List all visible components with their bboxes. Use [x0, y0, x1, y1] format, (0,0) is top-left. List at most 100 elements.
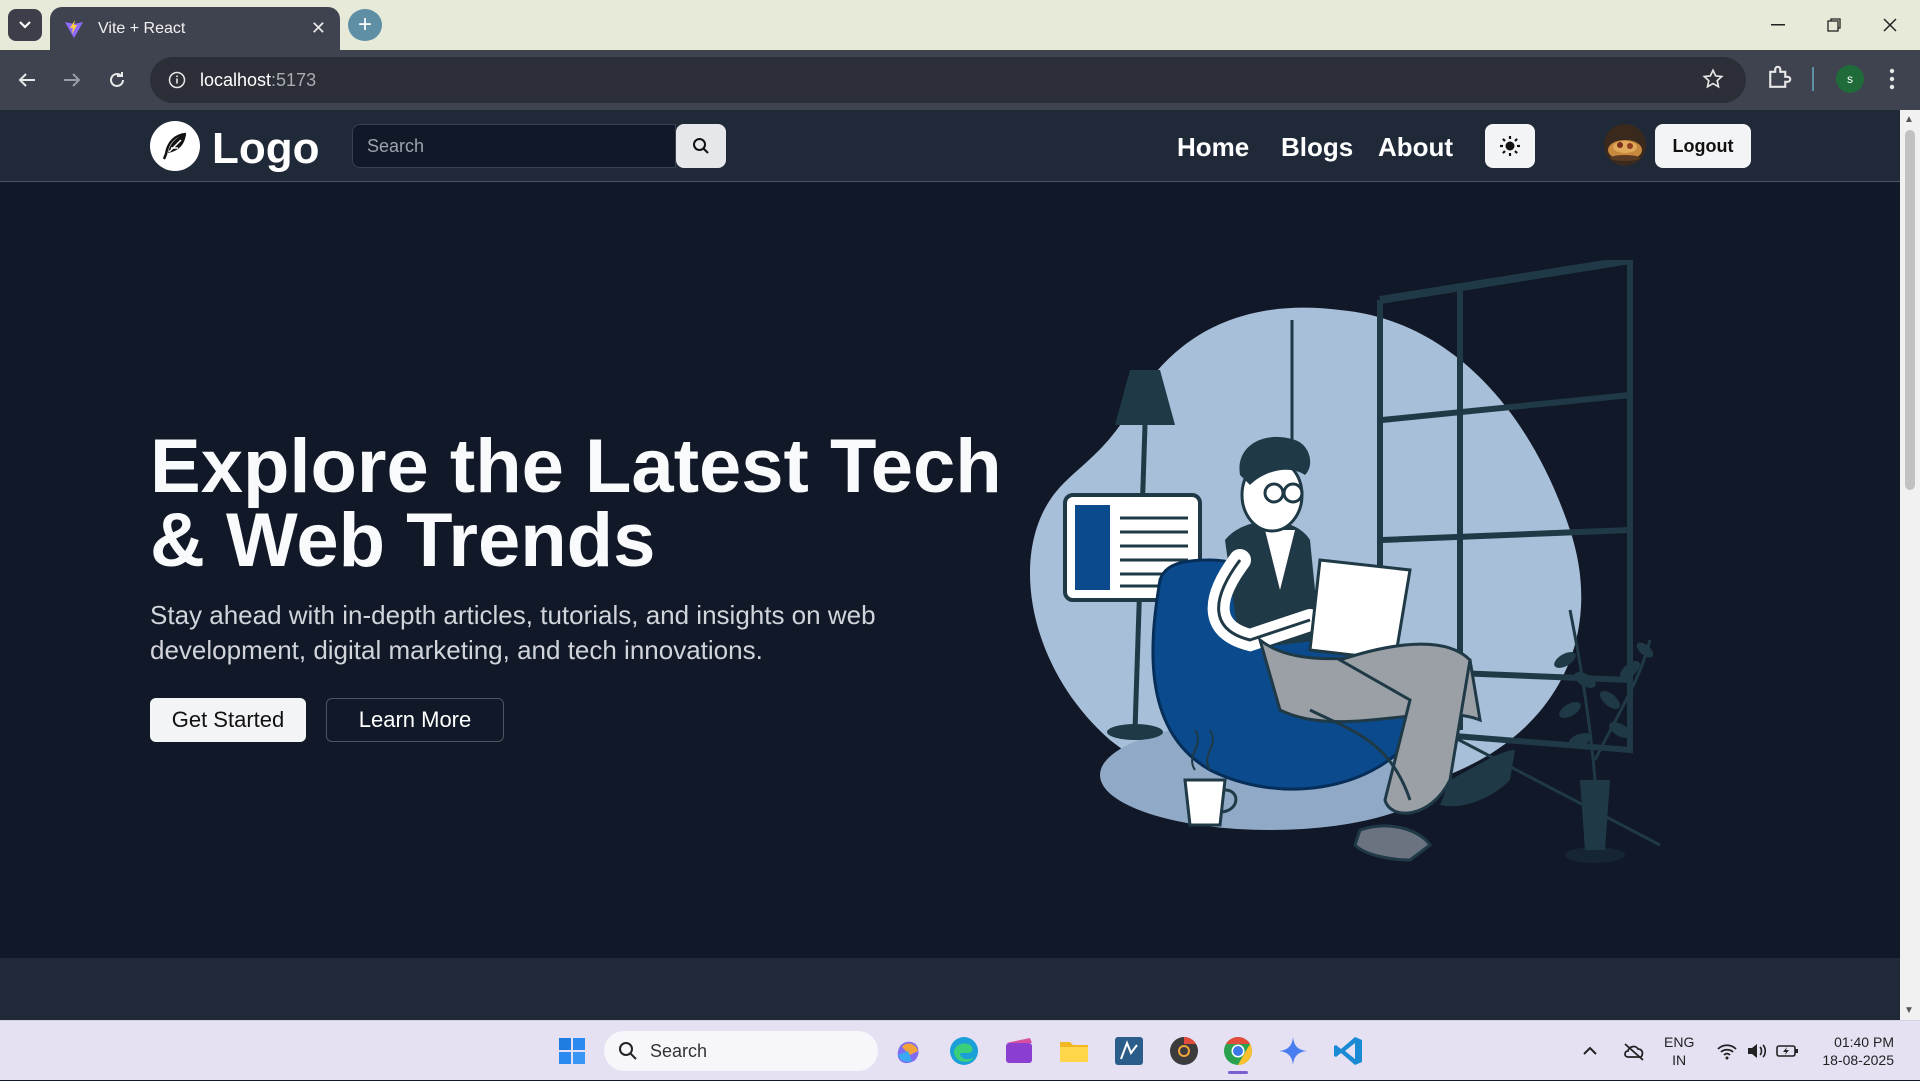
reload-button[interactable] [100, 63, 134, 97]
folder-icon [1060, 1042, 1088, 1062]
browser-tab[interactable]: Vite + React ✕ [50, 7, 340, 50]
speaker-icon [1748, 1044, 1767, 1058]
hero-illustration [1030, 260, 1661, 863]
input-language[interactable]: ENG IN [1664, 1033, 1694, 1069]
learn-more-button[interactable]: Learn More [326, 698, 504, 742]
sparkle-icon [1279, 1037, 1307, 1065]
gemini-app-icon[interactable] [1275, 1033, 1311, 1069]
copilot-app-icon[interactable] [890, 1033, 926, 1069]
onedrive-offline-icon[interactable] [1622, 1021, 1646, 1081]
file-explorer-app-icon[interactable] [1056, 1033, 1092, 1069]
nav-link-blogs[interactable]: Blogs [1281, 132, 1353, 163]
url-port: :5173 [271, 69, 317, 90]
minimize-button[interactable] [1750, 8, 1806, 42]
info-icon[interactable] [168, 71, 186, 89]
avatar-image [1604, 124, 1646, 166]
volume-icon[interactable] [1746, 1021, 1768, 1081]
battery-icon[interactable] [1776, 1021, 1800, 1081]
theme-toggle-button[interactable] [1485, 124, 1535, 168]
vscode-icon [1334, 1037, 1362, 1065]
new-tab-button[interactable]: + [348, 9, 382, 41]
copilot-icon [897, 1041, 919, 1064]
taskbar-search-label: Search [650, 1040, 708, 1061]
browser-tabbar: Vite + React ✕ + [0, 0, 1920, 50]
chevron-up-icon [1583, 1046, 1597, 1055]
chrome-app-icon[interactable] [1220, 1033, 1256, 1069]
site-navbar: Logo Home Blogs About [0, 110, 1900, 182]
close-window-button[interactable] [1862, 8, 1918, 42]
nav-link-about[interactable]: About [1378, 132, 1453, 163]
tab-search-button[interactable] [8, 9, 42, 41]
bookmark-star-icon[interactable] [1702, 68, 1724, 90]
windows-logo-icon [559, 1038, 585, 1064]
wifi-signal-icon [1717, 1044, 1737, 1060]
close-tab-icon[interactable]: ✕ [311, 18, 326, 39]
search-icon [693, 138, 709, 154]
arrow-right-icon [64, 73, 81, 87]
edge-icon [950, 1037, 978, 1065]
chevron-down-icon [19, 21, 31, 29]
url-host: localhost [200, 69, 272, 90]
clipchamp-app-icon[interactable] [1001, 1033, 1037, 1069]
feather-icon [162, 132, 187, 160]
vscode-app-icon[interactable] [1330, 1033, 1366, 1069]
mysql-workbench-app-icon[interactable] [1111, 1033, 1147, 1069]
database-tool-icon [1115, 1037, 1143, 1065]
vite-favicon-icon [65, 19, 83, 38]
arrow-left-icon [18, 73, 35, 87]
back-button[interactable] [10, 63, 44, 97]
minimize-icon [1771, 24, 1785, 26]
address-bar[interactable]: localhost:5173 [150, 57, 1746, 103]
menu-kebab-icon[interactable] [1880, 64, 1904, 94]
cloud-off-icon [1624, 1043, 1644, 1061]
toolbar-separator [1812, 67, 1814, 91]
video-editor-icon [1006, 1038, 1032, 1063]
hero-title: Explore the Latest Tech & Web Trends [150, 429, 1010, 579]
get-started-button[interactable]: Get Started [150, 698, 306, 742]
chrome-dev-app-icon[interactable] [1166, 1033, 1202, 1069]
profile-avatar[interactable]: s [1836, 65, 1864, 93]
hero-title-line1: Explore the Latest Tech [150, 424, 1002, 509]
nav-link-home[interactable]: Home [1177, 132, 1249, 163]
system-clock[interactable]: 01:40 PM 18-08-2025 [1812, 1033, 1894, 1069]
page-viewport: Logo Home Blogs About [0, 110, 1900, 1020]
hero-title-line2: & Web Trends [150, 498, 656, 583]
restore-button[interactable] [1806, 8, 1862, 42]
search-icon [619, 1042, 637, 1060]
site-search-button[interactable] [676, 124, 726, 168]
start-button[interactable] [554, 1033, 590, 1069]
clock-time: 01:40 PM [1834, 1034, 1894, 1050]
logout-button[interactable]: Logout [1655, 124, 1751, 168]
tray-overflow-icon[interactable] [1582, 1021, 1598, 1081]
site-search [352, 124, 726, 168]
active-app-indicator [1228, 1071, 1248, 1074]
close-icon [1883, 18, 1897, 32]
user-avatar[interactable] [1604, 124, 1646, 166]
browser-toolbar: localhost:5173 s [0, 50, 1920, 110]
site-search-input[interactable] [352, 124, 676, 168]
scroll-thumb[interactable] [1905, 130, 1915, 490]
lang-region: IN [1672, 1052, 1687, 1068]
sun-icon [1500, 136, 1520, 156]
os-taskbar: Search ENG IN 01:40 PM 18-08-2025 [0, 1020, 1920, 1080]
battery-charging-icon [1776, 1045, 1798, 1057]
wifi-icon[interactable] [1716, 1021, 1738, 1081]
taskbar-search[interactable]: Search [604, 1031, 878, 1071]
tab-title: Vite + React [98, 19, 186, 37]
forward-button[interactable] [55, 63, 89, 97]
restore-icon [1827, 18, 1841, 32]
clock-date: 18-08-2025 [1822, 1052, 1894, 1068]
feather-logo-icon[interactable] [150, 121, 200, 171]
scroll-down-arrow-icon[interactable]: ▼ [1904, 1005, 1914, 1016]
chrome-icon [1170, 1037, 1198, 1065]
hero-subtitle: Stay ahead with in-depth articles, tutor… [150, 600, 876, 665]
page-scrollbar[interactable]: ▲ ▼ [1900, 110, 1920, 1020]
reload-icon [110, 72, 124, 87]
extensions-icon[interactable] [1764, 63, 1794, 93]
scroll-up-arrow-icon[interactable]: ▲ [1904, 114, 1914, 125]
lang-code: ENG [1664, 1034, 1695, 1050]
edge-app-icon[interactable] [946, 1033, 982, 1069]
site-logo-text[interactable]: Logo [212, 124, 320, 174]
next-section [0, 958, 1900, 1020]
chrome-icon [1224, 1037, 1252, 1065]
